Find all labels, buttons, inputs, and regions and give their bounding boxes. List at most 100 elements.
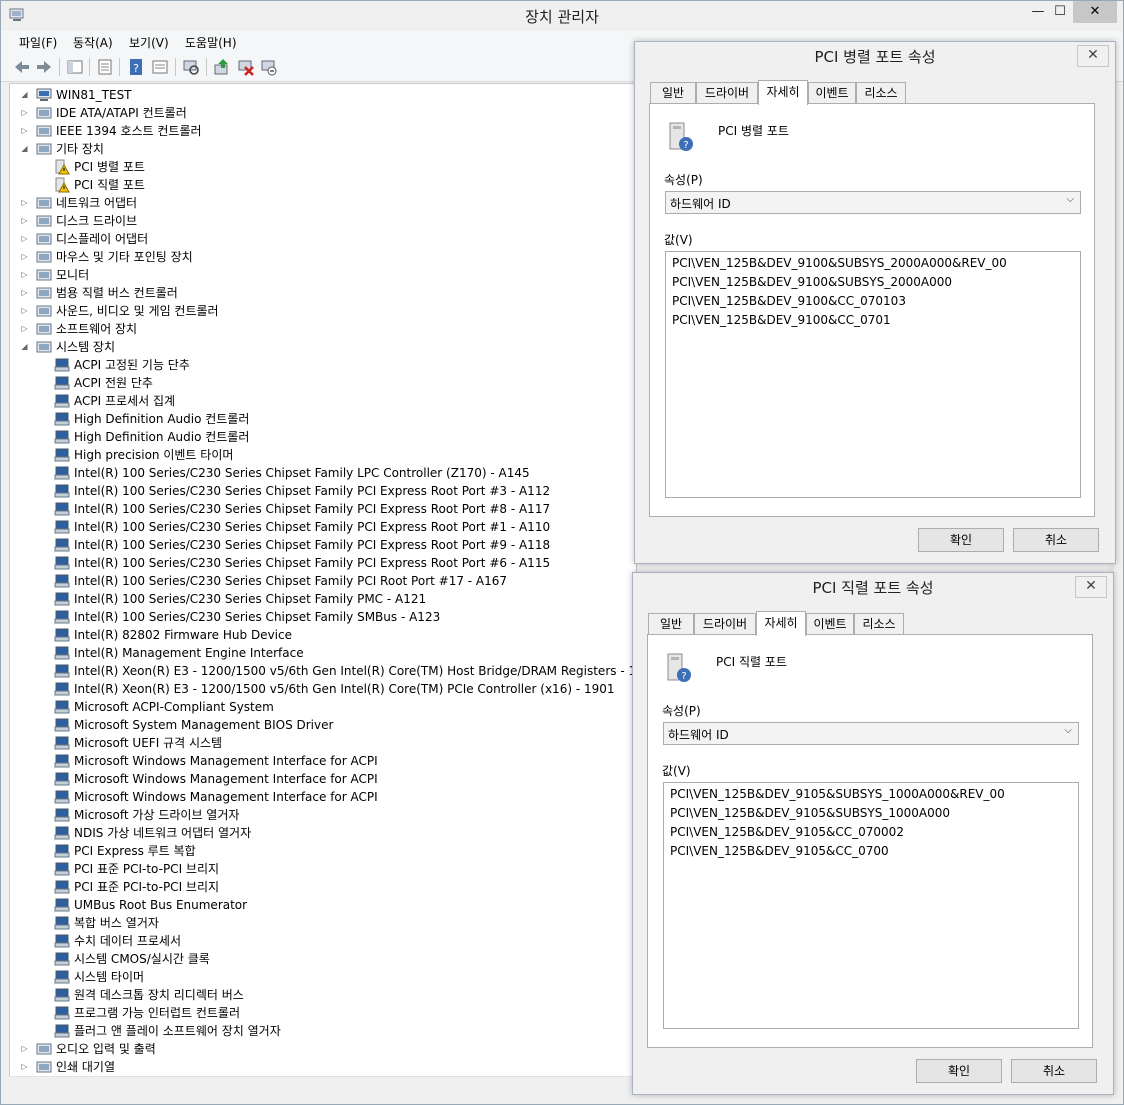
- expand-expander-icon[interactable]: ▷: [20, 198, 29, 207]
- tree-device-item[interactable]: NDIS 가상 네트워크 어댑터 열거자: [10, 824, 630, 842]
- tree-device-item[interactable]: 플러그 앤 플레이 소프트웨어 장치 열거자: [10, 1022, 630, 1040]
- expand-expander-icon[interactable]: ▷: [20, 126, 29, 135]
- tree-category-item[interactable]: ▷ 인쇄 대기열: [10, 1058, 630, 1076]
- collapse-expander-icon[interactable]: ◢: [20, 90, 29, 99]
- tree-device-item[interactable]: PCI 표준 PCI-to-PCI 브리지: [10, 860, 630, 878]
- tab-resources[interactable]: 리소스: [856, 82, 906, 103]
- value-item[interactable]: PCI\VEN_125B&DEV_9100&SUBSYS_2000A000: [672, 273, 952, 292]
- menu-help[interactable]: 도움말(H): [185, 34, 237, 51]
- tree-device-item[interactable]: Microsoft System Management BIOS Driver: [10, 716, 630, 734]
- value-item[interactable]: PCI\VEN_125B&DEV_9105&SUBSYS_1000A000&RE…: [670, 785, 1005, 804]
- tab-events[interactable]: 이벤트: [806, 613, 854, 634]
- tree-root[interactable]: ◢ WIN81_TEST: [16, 86, 216, 104]
- expand-expander-icon[interactable]: ▷: [20, 108, 29, 117]
- disable-icon[interactable]: [260, 58, 278, 76]
- value-item[interactable]: PCI\VEN_125B&DEV_9100&CC_070103: [672, 292, 906, 311]
- tree-category-item[interactable]: ◢ 기타 장치: [10, 140, 630, 158]
- value-item[interactable]: PCI\VEN_125B&DEV_9100&SUBSYS_2000A000&RE…: [672, 254, 1007, 273]
- property-select[interactable]: 하드웨어 ID ⌵: [663, 722, 1079, 745]
- expand-expander-icon[interactable]: ▷: [20, 216, 29, 225]
- tree-device-item[interactable]: ACPI 전원 단추: [10, 374, 630, 392]
- value-item[interactable]: PCI\VEN_125B&DEV_9105&SUBSYS_1000A000: [670, 804, 950, 823]
- tree-device-item[interactable]: PCI 직렬 포트: [10, 176, 630, 194]
- menu-action[interactable]: 동작(A): [73, 34, 113, 51]
- expand-expander-icon[interactable]: ▷: [20, 1062, 29, 1071]
- tree-device-item[interactable]: Microsoft Windows Management Interface f…: [10, 788, 630, 806]
- tree-category-item[interactable]: ▷ IEEE 1394 호스트 컨트롤러: [10, 122, 630, 140]
- tree-device-item[interactable]: Intel(R) Management Engine Interface: [10, 644, 630, 662]
- tree-device-item[interactable]: Microsoft UEFI 규격 시스템: [10, 734, 630, 752]
- tab-resources[interactable]: 리소스: [854, 613, 904, 634]
- tree-device-item[interactable]: High Definition Audio 컨트롤러: [10, 410, 630, 428]
- uninstall-icon[interactable]: [237, 58, 255, 76]
- back-icon[interactable]: [13, 58, 31, 76]
- tree-device-item[interactable]: Microsoft ACPI-Compliant System: [10, 698, 630, 716]
- tree-device-item[interactable]: PCI 표준 PCI-to-PCI 브리지: [10, 878, 630, 896]
- dialog-close-button[interactable]: ✕: [1077, 45, 1109, 67]
- tab-driver[interactable]: 드라이버: [696, 82, 758, 103]
- tree-device-item[interactable]: Microsoft 가상 드라이브 열거자: [10, 806, 630, 824]
- tree-device-item[interactable]: Intel(R) 100 Series/C230 Series Chipset …: [10, 464, 630, 482]
- expand-expander-icon[interactable]: ▷: [20, 234, 29, 243]
- tree-device-item[interactable]: Intel(R) Xeon(R) E3 - 1200/1500 v5/6th G…: [10, 680, 630, 698]
- tree-device-item[interactable]: Intel(R) 100 Series/C230 Series Chipset …: [10, 536, 630, 554]
- expand-expander-icon[interactable]: ▷: [20, 288, 29, 297]
- tree-category-item[interactable]: ▷ 범용 직렬 버스 컨트롤러: [10, 284, 630, 302]
- forward-icon[interactable]: [35, 58, 53, 76]
- expand-expander-icon[interactable]: ▷: [20, 252, 29, 261]
- tree-device-item[interactable]: Microsoft Windows Management Interface f…: [10, 770, 630, 788]
- value-list[interactable]: PCI\VEN_125B&DEV_9105&SUBSYS_1000A000&RE…: [663, 782, 1079, 1029]
- tree-device-item[interactable]: High precision 이벤트 타이머: [10, 446, 630, 464]
- scan-hardware-icon[interactable]: [182, 58, 200, 76]
- tree-device-item[interactable]: 수치 데이터 프로세서: [10, 932, 630, 950]
- tab-general[interactable]: 일반: [650, 82, 696, 103]
- dialog-close-button[interactable]: ✕: [1075, 576, 1107, 598]
- tree-device-item[interactable]: UMBus Root Bus Enumerator: [10, 896, 630, 914]
- expand-expander-icon[interactable]: ▷: [20, 270, 29, 279]
- tree-category-item[interactable]: ▷ 디스크 드라이브: [10, 212, 630, 230]
- device-tree[interactable]: ◢ WIN81_TEST ▷ IDE ATA/ATAPI 컨트롤러 ▷ IEEE 13…: [9, 83, 637, 1077]
- value-list[interactable]: PCI\VEN_125B&DEV_9100&SUBSYS_2000A000&RE…: [665, 251, 1081, 498]
- tab-general[interactable]: 일반: [648, 613, 694, 634]
- tree-device-item[interactable]: Intel(R) 100 Series/C230 Series Chipset …: [10, 518, 630, 536]
- tree-device-item[interactable]: High Definition Audio 컨트롤러: [10, 428, 630, 446]
- tree-device-item[interactable]: Intel(R) 100 Series/C230 Series Chipset …: [10, 608, 630, 626]
- tab-events[interactable]: 이벤트: [808, 82, 856, 103]
- menu-file[interactable]: 파일(F): [19, 34, 57, 51]
- tree-device-item[interactable]: Intel(R) 100 Series/C230 Series Chipset …: [10, 500, 630, 518]
- properties-icon[interactable]: [96, 58, 114, 76]
- tree-device-item[interactable]: Intel(R) 82802 Firmware Hub Device: [10, 626, 630, 644]
- tree-device-item[interactable]: Microsoft Windows Management Interface f…: [10, 752, 630, 770]
- value-item[interactable]: PCI\VEN_125B&DEV_9105&CC_0700: [670, 842, 889, 861]
- expand-expander-icon[interactable]: ▷: [20, 306, 29, 315]
- tree-device-item[interactable]: 복합 버스 열거자: [10, 914, 630, 932]
- tree-category-item[interactable]: ▷ 네트워크 어댑터: [10, 194, 630, 212]
- update-driver-icon[interactable]: [213, 58, 231, 76]
- value-item[interactable]: PCI\VEN_125B&DEV_9100&CC_0701: [672, 311, 891, 330]
- tree-device-item[interactable]: 원격 데스크톱 장치 리디렉터 버스: [10, 986, 630, 1004]
- cancel-button[interactable]: 취소: [1013, 528, 1099, 552]
- collapse-expander-icon[interactable]: ◢: [20, 342, 29, 351]
- tree-device-item[interactable]: PCI Express 루트 복합: [10, 842, 630, 860]
- menu-view[interactable]: 보기(V): [129, 34, 169, 51]
- tree-category-item[interactable]: ◢ 시스템 장치: [10, 338, 630, 356]
- tree-category-item[interactable]: ▷ 디스플레이 어댑터: [10, 230, 630, 248]
- tree-device-item[interactable]: ACPI 프로세서 집계: [10, 392, 630, 410]
- tree-device-item[interactable]: 시스템 타이머: [10, 968, 630, 986]
- tree-category-item[interactable]: ▷ 오디오 입력 및 출력: [10, 1040, 630, 1058]
- tree-device-item[interactable]: 프로그램 가능 인터럽트 컨트롤러: [10, 1004, 630, 1022]
- tree-category-item[interactable]: ▷ 사운드, 비디오 및 게임 컨트롤러: [10, 302, 630, 320]
- cancel-button[interactable]: 취소: [1011, 1059, 1097, 1083]
- close-button[interactable]: ✕: [1073, 1, 1117, 23]
- tab-details[interactable]: 자세히: [758, 80, 808, 105]
- view-icon[interactable]: [151, 58, 169, 76]
- tree-category-item[interactable]: ▷ IDE ATA/ATAPI 컨트롤러: [10, 104, 630, 122]
- tree-device-item[interactable]: Intel(R) 100 Series/C230 Series Chipset …: [10, 554, 630, 572]
- tree-device-item[interactable]: Intel(R) 100 Series/C230 Series Chipset …: [10, 590, 630, 608]
- tab-details[interactable]: 자세히: [756, 611, 806, 636]
- ok-button[interactable]: 확인: [916, 1059, 1002, 1083]
- tree-device-item[interactable]: Intel(R) 100 Series/C230 Series Chipset …: [10, 572, 630, 590]
- tree-category-item[interactable]: ▷ 모니터: [10, 266, 630, 284]
- tree-device-item[interactable]: PCI 병렬 포트: [10, 158, 630, 176]
- tab-driver[interactable]: 드라이버: [694, 613, 756, 634]
